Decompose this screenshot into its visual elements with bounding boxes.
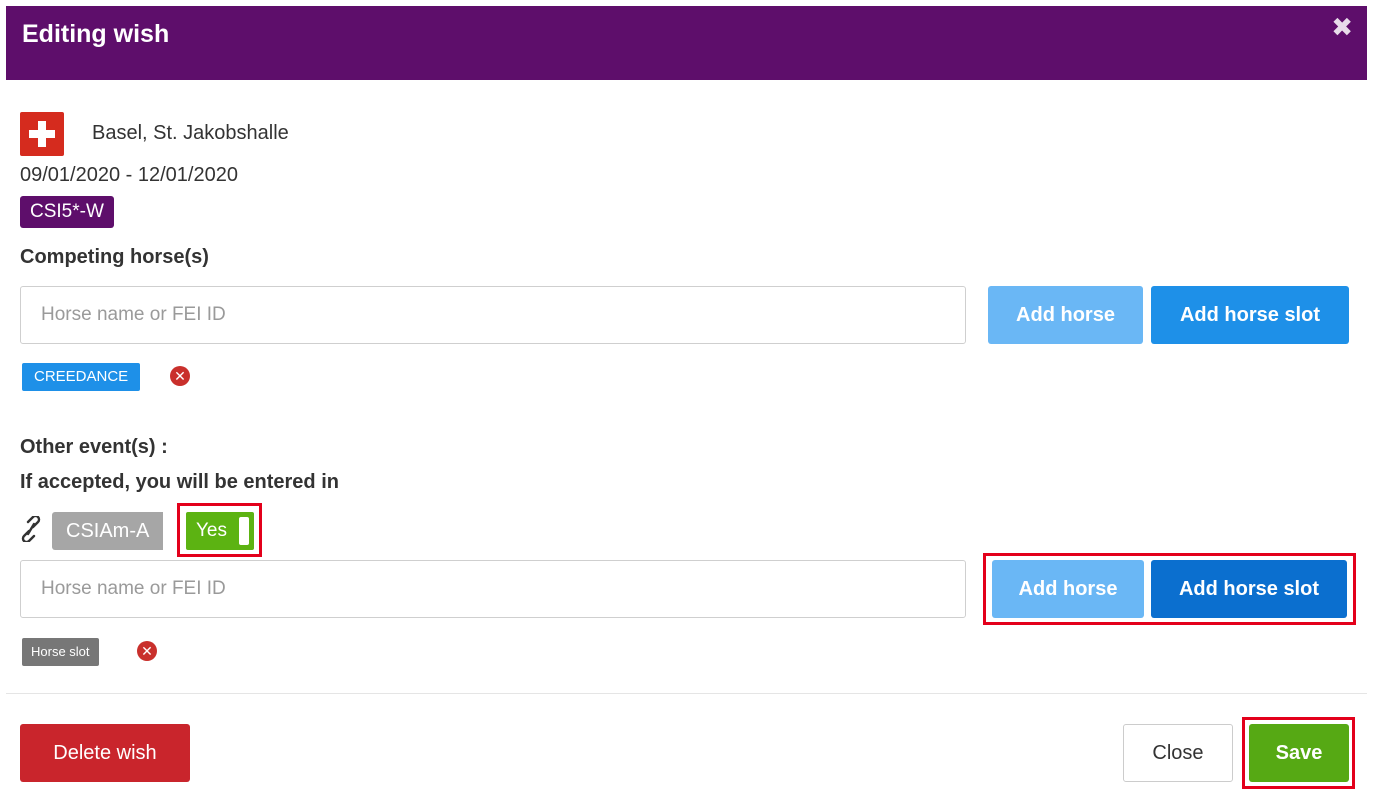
toggle-knob	[239, 517, 249, 545]
horse-slot-chip: Horse slot	[22, 638, 99, 666]
other-add-horse-slot-button[interactable]: Add horse slot	[1151, 560, 1347, 618]
save-button[interactable]: Save	[1249, 724, 1349, 782]
link-icon	[21, 516, 41, 542]
remove-slot-icon[interactable]: ✕	[137, 641, 157, 661]
footer-divider	[6, 693, 1367, 694]
add-horse-slot-button[interactable]: Add horse slot	[1151, 286, 1349, 344]
delete-wish-button[interactable]: Delete wish	[20, 724, 190, 782]
competing-horses-label: Competing horse(s)	[20, 246, 209, 268]
other-event-badge: CSIAm-A	[52, 512, 164, 550]
other-add-horse-button[interactable]: Add horse	[992, 560, 1144, 618]
other-event-horse-search-input[interactable]	[20, 560, 966, 618]
toggle-label: Yes	[196, 520, 227, 541]
event-venue: Basel, St. Jakobshalle	[92, 122, 289, 144]
competing-horse-search-input[interactable]	[20, 286, 966, 344]
remove-horse-icon[interactable]: ✕	[170, 366, 190, 386]
close-button[interactable]: Close	[1123, 724, 1233, 782]
modal-title: Editing wish	[22, 20, 170, 48]
other-events-label: Other event(s) :	[20, 436, 168, 458]
swiss-flag-icon	[20, 112, 64, 156]
event-dates: 09/01/2020 - 12/01/2020	[20, 164, 238, 186]
participation-toggle[interactable]: Yes	[186, 512, 254, 550]
horse-chip: CREEDANCE	[22, 363, 141, 391]
other-events-sublabel: If accepted, you will be entered in	[20, 471, 339, 493]
modal-header: Editing wish ✖	[6, 6, 1367, 80]
event-category-badge: CSI5*-W	[20, 196, 114, 228]
close-icon[interactable]: ✖	[1331, 14, 1353, 40]
add-horse-button[interactable]: Add horse	[988, 286, 1143, 344]
